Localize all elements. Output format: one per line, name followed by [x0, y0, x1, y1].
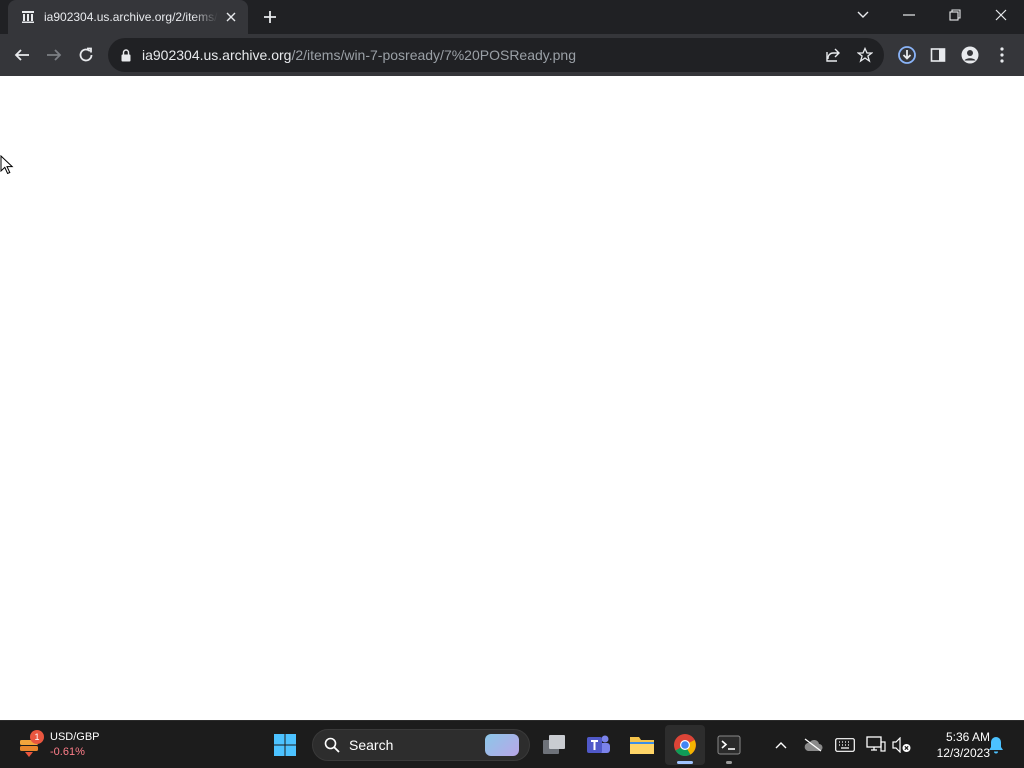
side-panel-button[interactable] — [922, 39, 954, 71]
url-host: ia902304.us.archive.org — [142, 47, 292, 63]
share-icon[interactable] — [824, 46, 842, 64]
archive-org-icon — [20, 9, 36, 25]
back-button[interactable] — [6, 39, 38, 71]
stock-chart-icon: 1 — [14, 730, 44, 760]
search-icon — [323, 736, 341, 754]
download-button[interactable] — [891, 39, 923, 71]
tab-strip: ia902304.us.archive.org/2/items/win-7-po… — [0, 0, 1024, 34]
reload-button[interactable] — [70, 39, 102, 71]
teams-icon[interactable] — [578, 725, 618, 765]
tab-search-button[interactable] — [840, 0, 886, 30]
mouse-cursor-icon — [0, 155, 14, 175]
bookmark-star-icon[interactable] — [856, 46, 874, 64]
close-window-button[interactable] — [978, 0, 1024, 30]
search-highlight-icon — [485, 734, 519, 756]
taskbar-search[interactable]: Search — [312, 729, 530, 761]
tab-title: ia902304.us.archive.org/2/items/win-7-po… — [44, 10, 218, 24]
chevron-up-icon[interactable] — [769, 733, 793, 757]
widget-change: -0.61% — [50, 746, 85, 758]
restore-button[interactable] — [932, 0, 978, 30]
notification-badge: 1 — [30, 730, 44, 744]
network-icon[interactable] — [864, 733, 888, 757]
currency-widget[interactable]: 1 USD/GBP -0.61% — [14, 727, 100, 763]
new-tab-button[interactable] — [258, 6, 282, 28]
address-bar[interactable]: ia902304.us.archive.org/2/items/win-7-po… — [108, 38, 884, 72]
active-indicator — [677, 761, 693, 764]
notification-bell-icon[interactable] — [984, 733, 1008, 757]
minimize-button[interactable] — [886, 0, 932, 30]
start-icon[interactable] — [265, 725, 305, 765]
widget-title: USD/GBP — [50, 731, 100, 743]
lock-icon[interactable] — [118, 47, 134, 63]
url-text: ia902304.us.archive.org/2/items/win-7-po… — [142, 47, 576, 63]
forward-button[interactable] — [38, 39, 70, 71]
screen: ia902304.us.archive.org/2/items/win-7-po… — [0, 0, 1024, 768]
volume-muted-icon[interactable] — [890, 733, 914, 757]
running-indicator — [726, 761, 732, 764]
chrome-icon[interactable] — [665, 725, 705, 765]
browser-tab[interactable]: ia902304.us.archive.org/2/items/win-7-po… — [8, 0, 248, 34]
clock-date: 12/3/2023 — [936, 746, 990, 760]
url-path: /2/items/win-7-posready/7%20POSReady.png — [291, 47, 576, 63]
profile-icon[interactable] — [954, 39, 986, 71]
system-clock[interactable]: 5:36 AM 12/3/2023 — [918, 727, 990, 763]
taskbar: 1 USD/GBP -0.61% Search 5:36 AM 12/3/202… — [0, 720, 1024, 768]
file-explorer-icon[interactable] — [622, 725, 662, 765]
search-label: Search — [349, 737, 394, 753]
onedrive-icon[interactable] — [801, 733, 825, 757]
page-content[interactable] — [0, 76, 1024, 720]
task-view-icon[interactable] — [534, 725, 574, 765]
keyboard-icon[interactable] — [833, 733, 857, 757]
menu-kebab-icon[interactable] — [986, 39, 1018, 71]
terminal-icon[interactable] — [709, 725, 749, 765]
tab-close-icon[interactable] — [222, 8, 240, 26]
